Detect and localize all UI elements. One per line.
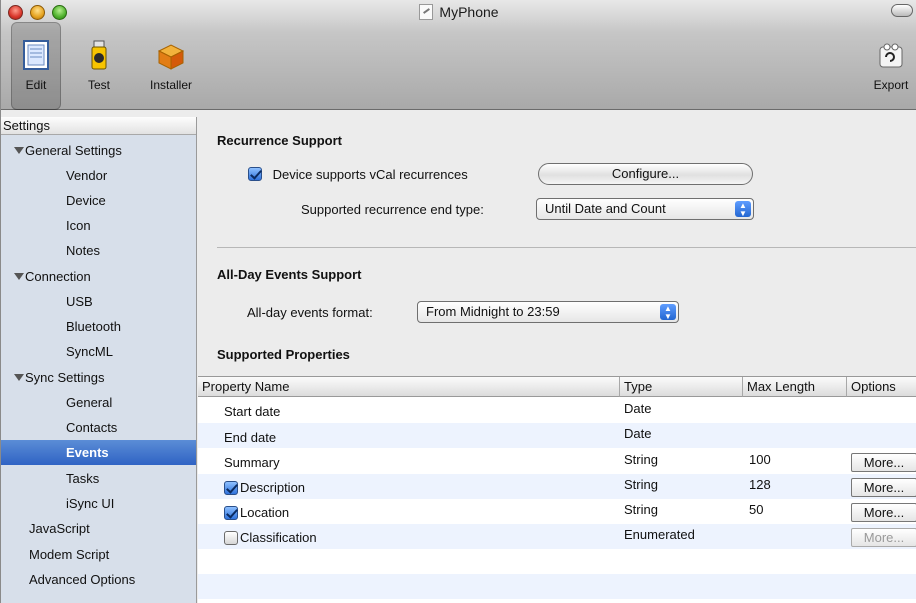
- toolbar-toggle-button[interactable]: [891, 4, 913, 17]
- description-checkbox[interactable]: [224, 481, 238, 495]
- popup-arrows-icon: ▲ ▼: [660, 304, 676, 321]
- document-icon: [419, 4, 434, 20]
- table-row[interactable]: Classification Enumerated More...: [198, 524, 916, 549]
- properties-table: Property Name Type Max Length Options St…: [198, 376, 916, 603]
- bug-spray-icon: [91, 40, 107, 70]
- all-day-format-label: All-day events format:: [247, 305, 373, 320]
- table-row[interactable]: Location String 50 More...: [198, 499, 916, 524]
- window-title: MyPhone: [1, 4, 916, 20]
- export-tool-button[interactable]: Export: [865, 22, 916, 110]
- event-settings-panel: Recurrence Support Device supports vCal …: [198, 117, 916, 603]
- disclosure-triangle-icon[interactable]: [14, 374, 24, 381]
- sidebar-item-advanced-options[interactable]: Advanced Options: [1, 567, 196, 592]
- sidebar-group-sync-settings[interactable]: Sync Settings: [1, 365, 196, 390]
- column-header-property-name[interactable]: Property Name: [198, 377, 620, 397]
- sidebar-item-javascript[interactable]: JavaScript: [1, 516, 196, 541]
- popup-arrows-icon: ▲ ▼: [735, 201, 751, 218]
- recurrence-end-type-label: Supported recurrence end type:: [301, 202, 484, 217]
- sidebar-item-modem-script[interactable]: Modem Script: [1, 542, 196, 567]
- sidebar-item-vendor[interactable]: Vendor: [1, 163, 196, 188]
- sidebar-item-general[interactable]: General: [1, 390, 196, 415]
- package-icon: [157, 44, 185, 70]
- classification-checkbox[interactable]: [224, 531, 238, 545]
- sidebar-item-bluetooth[interactable]: Bluetooth: [1, 314, 196, 339]
- column-header-options[interactable]: Options: [847, 377, 916, 397]
- lego-brick-icon: [879, 43, 903, 68]
- sidebar-item-usb[interactable]: USB: [1, 289, 196, 314]
- table-row[interactable]: Description String 128 More...: [198, 474, 916, 499]
- sidebar-item-contacts[interactable]: Contacts: [1, 415, 196, 440]
- settings-sidebar: Settings General Settings Vendor Device …: [1, 117, 197, 603]
- configure-button[interactable]: Configure...: [538, 163, 753, 185]
- location-checkbox[interactable]: [224, 506, 238, 520]
- all-day-events-title: All-Day Events Support: [217, 267, 362, 282]
- all-day-format-select[interactable]: From Midnight to 23:59 ▲ ▼: [417, 301, 679, 323]
- table-row[interactable]: End date Date: [198, 423, 916, 448]
- sidebar-item-icon[interactable]: Icon: [1, 213, 196, 238]
- summary-more-button[interactable]: More...: [851, 453, 916, 472]
- supported-properties-title: Supported Properties: [217, 347, 350, 362]
- sidebar-group-connection[interactable]: Connection: [1, 264, 196, 289]
- sidebar-item-device[interactable]: Device: [1, 188, 196, 213]
- recurrence-support-title: Recurrence Support: [217, 133, 342, 148]
- settings-column-header: Settings: [1, 117, 196, 135]
- vcal-recurrence-checkbox[interactable]: [248, 167, 262, 181]
- table-row[interactable]: Summary String 100 More...: [198, 449, 916, 474]
- table-row: [198, 549, 916, 574]
- disclosure-triangle-icon[interactable]: [14, 273, 24, 280]
- section-divider: [217, 247, 916, 248]
- title-bar: MyPhone Edit Test Installer Export: [1, 0, 916, 110]
- sidebar-item-events[interactable]: Events: [1, 440, 196, 465]
- sidebar-group-general-settings[interactable]: General Settings: [1, 138, 196, 163]
- table-row[interactable]: Start date Date: [198, 398, 916, 423]
- disclosure-triangle-icon[interactable]: [14, 147, 24, 154]
- sidebar-item-isync-ui[interactable]: iSync UI: [1, 491, 196, 516]
- edit-tool-button[interactable]: Edit: [11, 22, 61, 110]
- classification-more-button: More...: [851, 528, 916, 547]
- sidebar-item-notes[interactable]: Notes: [1, 238, 196, 263]
- recurrence-end-type-select[interactable]: Until Date and Count ▲ ▼: [536, 198, 754, 220]
- location-more-button[interactable]: More...: [851, 503, 916, 522]
- edit-icon: [23, 40, 49, 70]
- test-tool-button[interactable]: Test: [77, 22, 121, 110]
- sidebar-item-tasks[interactable]: Tasks: [1, 466, 196, 491]
- column-header-max-length[interactable]: Max Length: [743, 377, 847, 397]
- vcal-recurrence-checkbox-row[interactable]: Device supports vCal recurrences: [248, 167, 468, 182]
- description-more-button[interactable]: More...: [851, 478, 916, 497]
- app-window: MyPhone Edit Test Installer Export Setti…: [0, 0, 916, 603]
- column-header-type[interactable]: Type: [620, 377, 743, 397]
- installer-tool-button[interactable]: Installer: [141, 22, 201, 110]
- sidebar-item-syncml[interactable]: SyncML: [1, 339, 196, 364]
- table-row: [198, 574, 916, 599]
